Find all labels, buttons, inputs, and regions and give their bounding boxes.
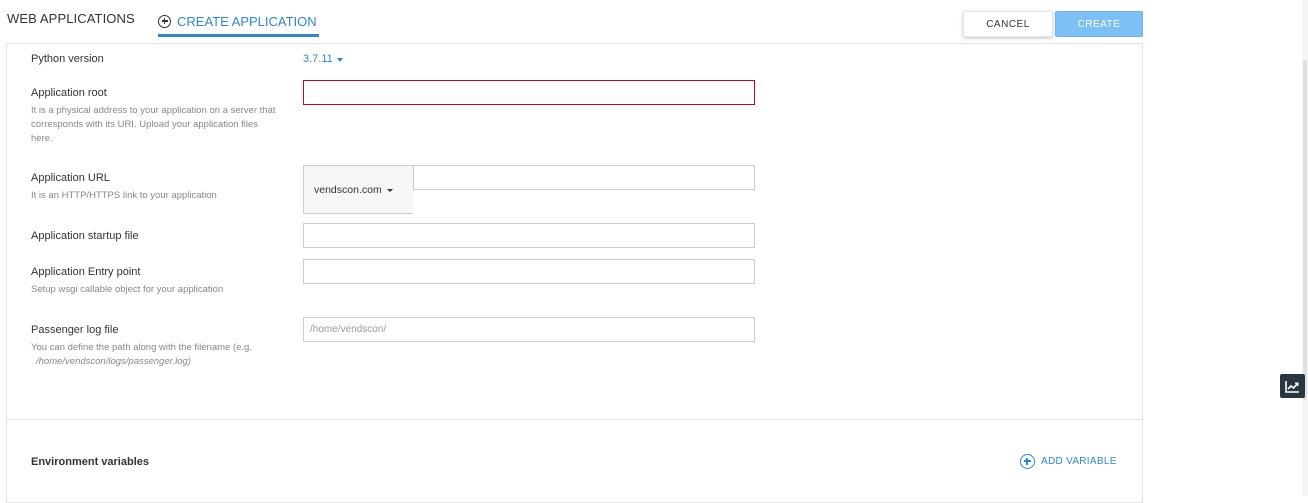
startup-file-label: Application startup file <box>31 230 139 242</box>
passenger-log-hint-line1: You can define the path along with the f… <box>31 342 252 353</box>
app-url-hint: It is an HTTP/HTTPS link to your applica… <box>31 190 217 201</box>
app-root-input[interactable] <box>303 80 755 105</box>
python-version-select[interactable]: 3.7.11 <box>303 53 343 65</box>
plus-circle-icon <box>158 14 171 28</box>
app-root-hint: It is a physical address to your applica… <box>31 105 276 144</box>
add-variable-label: ADD VARIABLE <box>1041 456 1117 467</box>
python-version-label: Python version <box>31 53 104 65</box>
plus-circle-icon <box>1020 454 1035 469</box>
domain-value: vendscon.com <box>314 183 382 196</box>
cancel-button[interactable]: CANCEL <box>963 11 1053 37</box>
passenger-log-placeholder: /home/vendscon/ <box>310 324 387 335</box>
env-variables-title: Environment variables <box>31 456 149 468</box>
entry-point-input[interactable] <box>303 259 755 284</box>
passenger-log-label: Passenger log file <box>31 324 119 336</box>
stats-widget-button[interactable] <box>1280 374 1305 398</box>
python-version-value: 3.7.11 <box>303 53 333 65</box>
tab-web-applications[interactable]: WEB APPLICATIONS <box>7 11 135 26</box>
add-variable-button[interactable]: ADD VARIABLE <box>1020 454 1117 469</box>
app-root-label: Application root <box>31 87 107 99</box>
entry-point-hint: Setup wsgi callable object for your appl… <box>31 284 224 295</box>
passenger-log-hint-line2: /home/vendscon/logs/passenger.log) <box>36 356 191 367</box>
section-divider <box>6 419 1143 420</box>
chevron-down-icon <box>336 57 343 62</box>
domain-select[interactable]: vendscon.com <box>303 165 413 214</box>
scrollbar-thumb[interactable] <box>1303 60 1307 400</box>
app-url-input[interactable] <box>413 165 755 190</box>
trending-chart-icon <box>1285 380 1299 393</box>
app-url-label: Application URL <box>31 172 110 184</box>
tab-create-application-label: CREATE APPLICATION <box>177 13 317 29</box>
tab-create-application[interactable]: CREATE APPLICATION <box>158 8 319 37</box>
entry-point-label: Application Entry point <box>31 266 141 278</box>
passenger-log-input[interactable]: /home/vendscon/ <box>303 317 755 342</box>
create-button[interactable]: CREATE <box>1055 11 1143 37</box>
chevron-down-icon <box>386 188 393 192</box>
startup-file-input[interactable] <box>303 223 755 248</box>
